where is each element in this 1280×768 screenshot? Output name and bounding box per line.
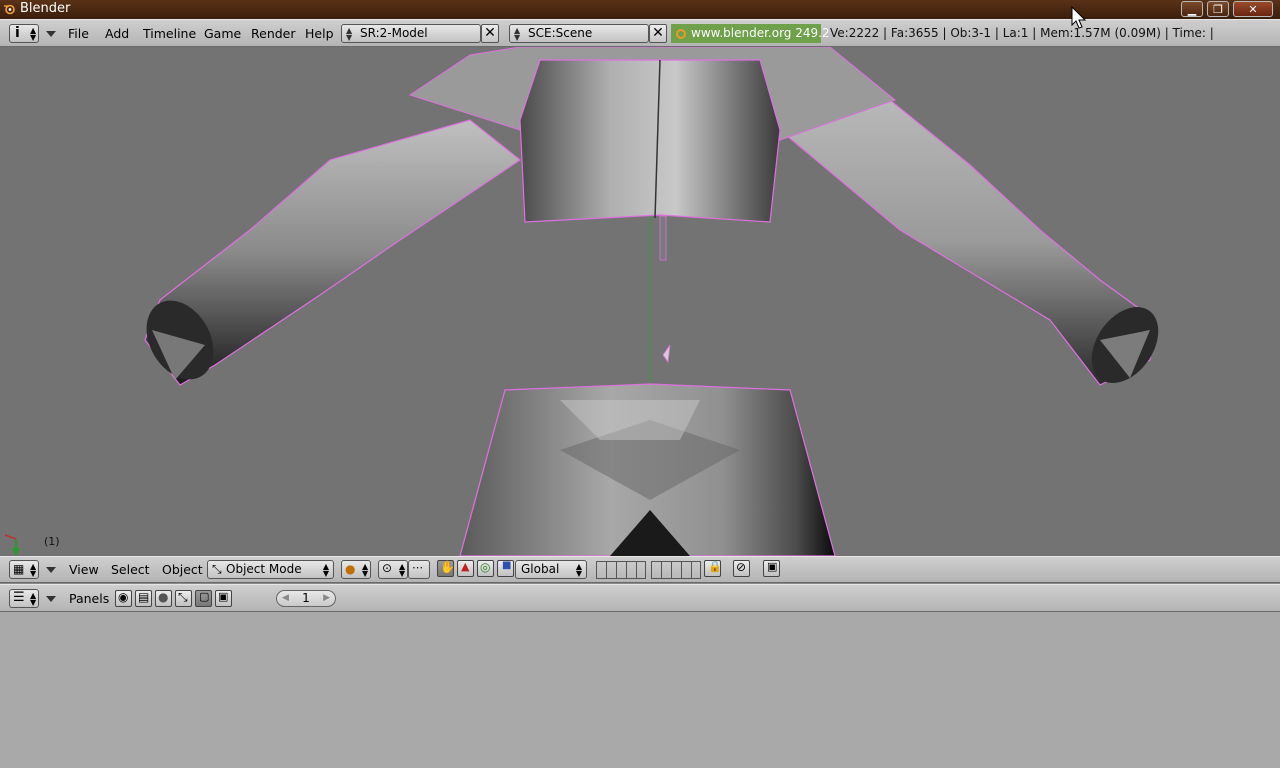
character-mesh (4, 47, 1159, 556)
updown-arrows-icon: ▲ ▼ (399, 562, 406, 578)
left-arrow-icon: ◀ (282, 593, 289, 603)
translate-manipulator[interactable]: ▲ (457, 560, 474, 577)
buttons-window[interactable] (0, 612, 1280, 768)
right-arrow-icon: ▶ (323, 593, 330, 603)
orientation-lock-button[interactable]: ⊘ (733, 560, 750, 577)
square-icon: ■ (502, 560, 512, 571)
layer-buttons-left[interactable] (596, 561, 646, 579)
torso-top (519, 59, 781, 223)
updown-arrows-icon: ▲ ▼ (514, 26, 521, 42)
lock-layers-button[interactable]: 🔒 (704, 560, 722, 577)
orientation-selector[interactable]: Global ▲ ▼ (515, 560, 587, 579)
current-frame-indicator: (1) (44, 535, 60, 548)
scale-manipulator[interactable]: ■ (497, 560, 514, 577)
scene-stats: Ve:2222 | Fa:3655 | Ob:3-1 | La:1 | Mem:… (830, 26, 1214, 40)
frame-number-field[interactable]: ◀ 1 ▶ (276, 590, 336, 607)
picture-icon: ▣ (218, 590, 229, 603)
updown-arrows-icon: ▲ ▼ (575, 562, 582, 578)
info-header: i ▲ ▼ File Add Timeline Game Render Help … (0, 19, 1280, 47)
pivot-icon: ⊙ (382, 561, 393, 575)
snap-icon: ⋯ (412, 561, 423, 574)
screen-selector[interactable]: ▲ ▼ SR:2-Model (341, 24, 481, 43)
pivot-menu[interactable]: ⊙ ▲ ▼ (378, 560, 408, 579)
editing-context-button[interactable]: ▢ (195, 590, 212, 607)
script-context-button[interactable]: ▤ (135, 590, 152, 607)
logic-icon: ◉ (118, 590, 129, 604)
triangle-icon: ▲ (461, 560, 470, 573)
menu-file[interactable]: File (68, 26, 89, 41)
hand-icon: ✋ (440, 560, 455, 574)
menu-object[interactable]: Object (162, 562, 203, 577)
3d-view-header: ▦ ▲ ▼ View Select Object ⤡ Object Mode ▲ ▼… (0, 556, 1280, 583)
window-type-menu[interactable]: ▦ ▲ ▼ (9, 560, 39, 579)
blender-logo-icon (676, 29, 686, 39)
updown-arrows-icon: ▲ ▼ (322, 562, 329, 578)
menu-render[interactable]: Render (251, 26, 296, 41)
delete-scene-button[interactable]: ✕ (649, 24, 667, 43)
menu-add[interactable]: Add (105, 26, 129, 41)
scene-selector[interactable]: ▲ ▼ SCE:Scene (509, 24, 649, 43)
menu-timeline[interactable]: Timeline (143, 26, 196, 41)
logic-context-button[interactable]: ◉ (115, 590, 132, 607)
lock-icon: 🔒 (708, 560, 722, 573)
scene-context-button[interactable]: ▣ (215, 590, 232, 607)
solid-draw-icon: ● (345, 562, 356, 576)
mouse-cursor-icon (1071, 6, 1087, 29)
orientation-value: Global (521, 562, 560, 576)
maximize-button[interactable]: ❐ (1207, 1, 1229, 17)
collapse-menu-icon[interactable] (46, 31, 56, 37)
version-text: www.blender.org 249.2 (691, 26, 830, 40)
buttons-window-icon: ☰ (13, 590, 25, 605)
link-icon: ⊘ (736, 560, 747, 574)
info-icon: i (15, 25, 20, 41)
sphere-icon: ● (158, 590, 169, 604)
mode-selector[interactable]: ⤡ Object Mode ▲ ▼ (207, 560, 334, 579)
window-type-menu[interactable]: i ▲ ▼ (9, 24, 39, 43)
updown-arrows-icon: ▲ ▼ (30, 562, 37, 578)
menu-game[interactable]: Game (204, 26, 241, 41)
scene-name: SCE:Scene (528, 26, 593, 40)
menu-view[interactable]: View (69, 562, 99, 577)
window-type-menu[interactable]: ☰ ▲ ▼ (9, 589, 39, 608)
object-mode-icon: ⤡ (212, 562, 222, 576)
updown-arrows-icon: ▲ ▼ (346, 26, 353, 42)
edit-square-icon: ▢ (199, 590, 210, 603)
updown-arrows-icon: ▲ ▼ (362, 562, 369, 578)
buttons-header: ☰ ▲ ▼ Panels ◉ ▤ ● ⤡ ▢ ▣ ◀ 1 ▶ (0, 584, 1280, 612)
menu-help[interactable]: Help (305, 26, 334, 41)
version-badge[interactable]: www.blender.org 249.2 (671, 24, 830, 43)
axis-icon: ⤡ (178, 590, 188, 604)
grid-icon: ▦ (13, 562, 25, 576)
mode-value: Object Mode (226, 562, 302, 576)
window-title: Blender (20, 1, 71, 16)
collapse-menu-icon[interactable] (46, 596, 56, 602)
panels-menu[interactable]: Panels (69, 591, 109, 606)
rotate-manipulator[interactable]: ◎ (477, 560, 494, 577)
script-icon: ▤ (138, 590, 150, 604)
render-preview-button[interactable]: ▣ (763, 560, 780, 577)
manipulator-toggle[interactable]: ✋ (437, 560, 455, 577)
screen-name: SR:2-Model (360, 26, 428, 40)
delete-screen-button[interactable]: ✕ (481, 24, 499, 43)
object-context-button[interactable]: ⤡ (175, 590, 192, 607)
circle-icon: ◎ (480, 560, 491, 574)
draw-type-menu[interactable]: ● ▲ ▼ (341, 560, 371, 579)
3d-viewport[interactable]: (1) (0, 47, 1280, 556)
updown-arrows-icon: ▲ ▼ (30, 26, 37, 42)
title-bar: Blender ▁ ❐ ✕ (0, 0, 1280, 19)
frame-number-value: 1 (302, 591, 310, 605)
axis-gizmo (4, 534, 20, 556)
minimize-button[interactable]: ▁ (1181, 1, 1203, 17)
menu-select[interactable]: Select (111, 562, 150, 577)
snap-toggle[interactable]: ⋯ (408, 560, 430, 579)
updown-arrows-icon: ▲ ▼ (30, 591, 37, 607)
blender-logo-icon (4, 4, 15, 15)
shading-context-button[interactable]: ● (155, 590, 172, 607)
image-icon: ▣ (767, 560, 778, 573)
layer-buttons-right[interactable] (651, 561, 701, 579)
close-window-button[interactable]: ✕ (1233, 1, 1273, 17)
collapse-menu-icon[interactable] (46, 567, 56, 573)
